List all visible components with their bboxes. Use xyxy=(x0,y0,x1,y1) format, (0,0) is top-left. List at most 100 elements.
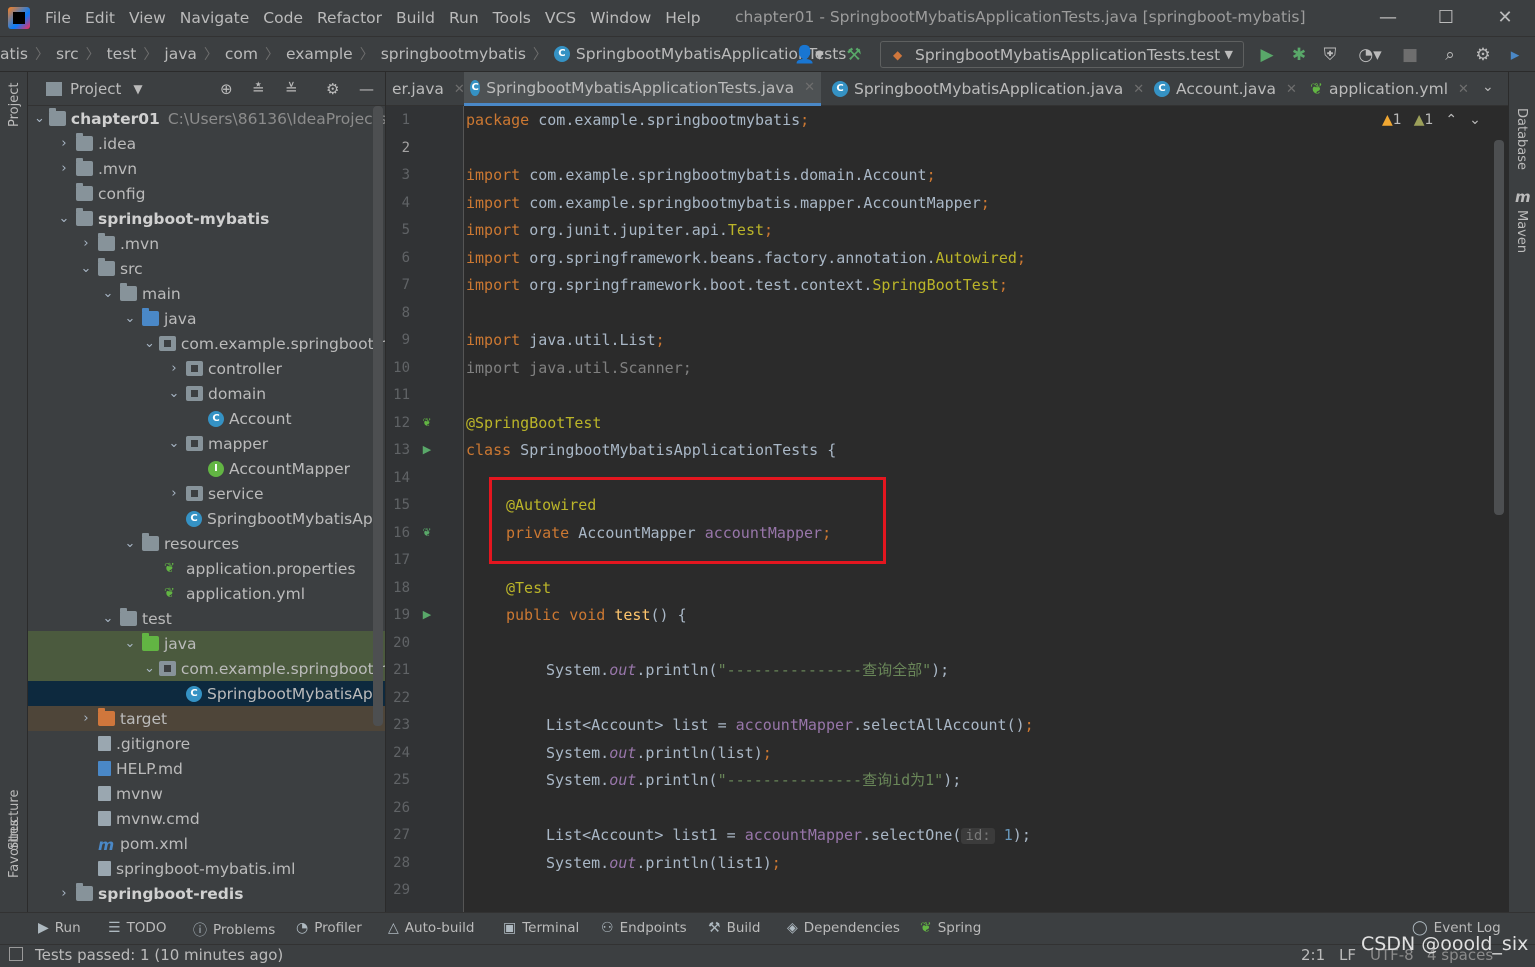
menu-navigate[interactable]: Navigate xyxy=(173,9,257,27)
breadcrumb-item[interactable]: example xyxy=(286,45,353,63)
auto-build-tool[interactable]: △ Auto-build xyxy=(388,920,474,936)
build-hammer-icon[interactable]: ⚒ xyxy=(842,43,866,67)
breadcrumb-item[interactable]: com xyxy=(225,45,258,63)
tree-item-mvn[interactable]: › .mvn xyxy=(28,231,385,256)
menu-build[interactable]: Build xyxy=(389,9,442,27)
tool-windows-toggle-icon[interactable] xyxy=(9,947,23,961)
tree-item-idea[interactable]: › .idea xyxy=(28,131,385,156)
gear-icon[interactable]: ⚙ xyxy=(326,80,339,98)
breadcrumb-item[interactable]: test xyxy=(107,45,137,63)
tree-item-config[interactable]: config xyxy=(28,181,385,206)
tree-item-test-java[interactable]: ⌄ java xyxy=(28,631,385,656)
tab-springboot-mybatis-application-tests[interactable]: C SpringbootMybatisApplicationTests.java ✕ xyxy=(464,72,821,106)
spring-tool[interactable]: ❦ Spring xyxy=(920,920,981,936)
tree-item-springboot-redis[interactable]: › springboot-redis xyxy=(28,881,385,906)
favorites-tool-tab[interactable]: Favorites xyxy=(7,819,22,878)
profile-icon[interactable]: ◔▾ xyxy=(1350,43,1390,67)
maven-tool-tab[interactable]: Maven xyxy=(1514,210,1529,253)
search-icon[interactable]: ⌕ xyxy=(1438,43,1462,67)
endpoints-tool[interactable]: ⚇ Endpoints xyxy=(601,920,687,936)
debug-icon[interactable]: ✱ xyxy=(1287,43,1311,67)
menu-run[interactable]: Run xyxy=(442,9,486,27)
tree-item-gitignore[interactable]: .gitignore xyxy=(28,731,385,756)
tree-item-pom-xml[interactable]: m pom.xml xyxy=(28,831,385,856)
dependencies-tool[interactable]: ◈ Dependencies xyxy=(787,920,900,936)
breadcrumb-item[interactable]: springbootmybatis xyxy=(381,45,526,63)
tree-item-accountmapper[interactable]: I AccountMapper xyxy=(28,456,385,481)
todo-tool[interactable]: ☰ TODO xyxy=(108,920,166,936)
build-tool[interactable]: ⚒ Build xyxy=(708,920,760,936)
database-tool-tab[interactable]: Database xyxy=(1514,108,1529,170)
maximize-button[interactable]: ☐ xyxy=(1431,4,1461,32)
tree-item-package[interactable]: ⌄ com.example.springbootm xyxy=(28,331,385,356)
tabs-dropdown-icon[interactable]: ⌄ xyxy=(1482,79,1494,95)
menu-help[interactable]: Help xyxy=(658,9,707,27)
caret-position[interactable]: 2:1 xyxy=(1301,946,1325,964)
minimize-button[interactable]: — xyxy=(1373,4,1403,32)
status-message[interactable]: Tests passed: 1 (10 minutes ago) xyxy=(35,946,283,964)
chevron-down-icon[interactable]: ▼ xyxy=(133,82,142,96)
coverage-icon[interactable]: ⛨ xyxy=(1318,43,1342,67)
tree-item-springboot-mybatis[interactable]: ⌄ springboot-mybatis xyxy=(28,206,385,231)
user-icon[interactable]: 👤▾ xyxy=(792,43,826,67)
breadcrumb-item[interactable]: src xyxy=(56,45,79,63)
tree-item-target[interactable]: › target xyxy=(28,706,385,731)
tree-item-test-package[interactable]: ⌄ com.example.springbootm xyxy=(28,656,385,681)
tree-item-account[interactable]: C Account xyxy=(28,406,385,431)
inspection-widget[interactable]: ▲1 ▲1 ⌃ ⌄ xyxy=(1382,112,1481,128)
terminal-tool[interactable]: ▣ Terminal xyxy=(503,920,579,936)
breadcrumb-item[interactable]: java xyxy=(164,45,196,63)
tree-item-service[interactable]: › service xyxy=(28,481,385,506)
tree-item-application-class[interactable]: C SpringbootMybatisApp xyxy=(28,506,385,531)
tree-item-mvnw-cmd[interactable]: mvnw.cmd xyxy=(28,806,385,831)
tab-er-java[interactable]: er.java ✕ xyxy=(386,72,465,106)
spring-bean-icon[interactable]: ❦ xyxy=(418,414,436,432)
tree-item-test-class[interactable]: C SpringbootMybatisApp xyxy=(28,681,385,706)
menu-window[interactable]: Window xyxy=(583,9,658,27)
tree-item-mvn[interactable]: › .mvn xyxy=(28,156,385,181)
collapse-all-icon[interactable]: ≚ xyxy=(285,80,298,98)
menu-vcs[interactable]: VCS xyxy=(538,9,583,27)
run-icon[interactable]: ▶ xyxy=(1255,43,1279,67)
gear-icon[interactable]: ⚙ xyxy=(1471,43,1495,67)
run-test-method-icon[interactable]: ▶ xyxy=(418,606,436,624)
editor-scrollbar[interactable] xyxy=(1494,140,1504,515)
menu-edit[interactable]: Edit xyxy=(78,9,122,27)
tree-item-java[interactable]: ⌄ java xyxy=(28,306,385,331)
tree-item-chapter01[interactable]: ⌄ chapter01 C:\Users\86136\IdeaProjects\c xyxy=(28,106,385,131)
tree-item-help-md[interactable]: HELP.md xyxy=(28,756,385,781)
project-scrollbar[interactable] xyxy=(373,106,383,726)
tree-item-mvnw[interactable]: mvnw xyxy=(28,781,385,806)
tab-application-yml[interactable]: ❦ application.yml ✕ xyxy=(1304,72,1475,106)
run-tool[interactable]: ▶ Run xyxy=(38,920,81,936)
autowired-navigation-icon[interactable]: ❦ xyxy=(418,524,436,542)
hide-panel-icon[interactable]: — xyxy=(359,80,374,98)
tree-item-controller[interactable]: › controller xyxy=(28,356,385,381)
menu-file[interactable]: File xyxy=(38,9,78,27)
code-with-me-icon[interactable]: ▸ xyxy=(1503,43,1527,67)
project-panel-title[interactable]: Project xyxy=(70,80,121,98)
tree-item-domain[interactable]: ⌄ domain xyxy=(28,381,385,406)
run-test-class-icon[interactable]: ▶ xyxy=(418,441,436,459)
locate-icon[interactable]: ⊕ xyxy=(220,80,233,98)
tab-springboot-mybatis-application[interactable]: C SpringbootMybatisApplication.java ✕ xyxy=(826,72,1150,106)
menu-tools[interactable]: Tools xyxy=(486,9,538,27)
menu-view[interactable]: View xyxy=(122,9,173,27)
tree-item-mapper[interactable]: ⌄ mapper xyxy=(28,431,385,456)
tree-item-application-yml[interactable]: ❦ application.yml xyxy=(28,581,385,606)
breadcrumb-item[interactable]: atis xyxy=(0,45,28,63)
expand-all-icon[interactable]: ≛ xyxy=(252,80,265,98)
menu-refactor[interactable]: Refactor xyxy=(310,9,389,27)
line-separator[interactable]: LF xyxy=(1339,946,1356,964)
profiler-tool[interactable]: ◔ Profiler xyxy=(296,920,362,936)
tab-account-java[interactable]: C Account.java ✕ xyxy=(1148,72,1303,106)
tree-item-main[interactable]: ⌄ main xyxy=(28,281,385,306)
menu-code[interactable]: Code xyxy=(256,9,310,27)
tree-item-application-properties[interactable]: ❦ application.properties xyxy=(28,556,385,581)
tree-item-src[interactable]: ⌄ src xyxy=(28,256,385,281)
tree-item-resources[interactable]: ⌄ resources xyxy=(28,531,385,556)
close-button[interactable]: ✕ xyxy=(1490,4,1520,32)
project-tool-tab[interactable]: Project xyxy=(7,83,22,127)
tree-item-iml[interactable]: springboot-mybatis.iml xyxy=(28,856,385,881)
run-configuration-select[interactable]: ◆ SpringbootMybatisApplicationTests.test… xyxy=(880,41,1244,68)
